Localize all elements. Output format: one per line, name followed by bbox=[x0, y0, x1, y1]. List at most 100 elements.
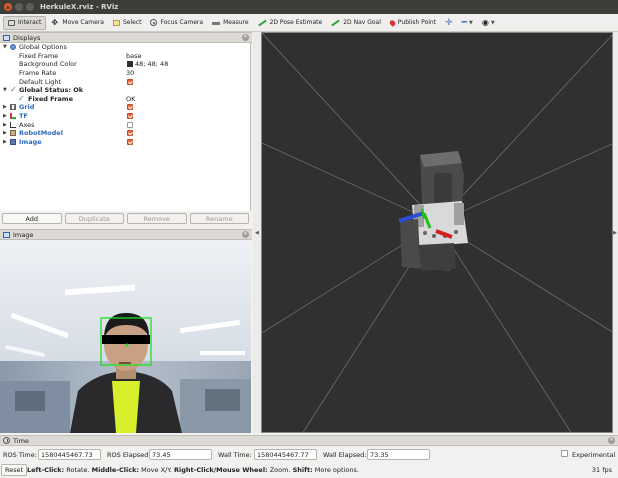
tree-item-label: Grid bbox=[19, 103, 35, 112]
collapse-left-icon[interactable]: ◀ bbox=[255, 230, 259, 236]
default-light-checkbox[interactable] bbox=[127, 78, 133, 85]
tree-row-robot-model[interactable]: ▶ RobotModel bbox=[0, 129, 251, 138]
image-panel-title: Image bbox=[13, 230, 34, 239]
window-title: HerkuleX.rviz - RViz bbox=[40, 3, 119, 11]
measure-tool-button[interactable]: Measure bbox=[208, 16, 253, 30]
tree-row-image[interactable]: ▶ Image bbox=[0, 138, 251, 147]
interact-tool-button[interactable]: Interact bbox=[3, 15, 47, 30]
wall-elapsed-field[interactable]: 73.35 bbox=[367, 449, 430, 460]
close-panel-button[interactable]: ✕ bbox=[242, 34, 249, 41]
remove-tool-button[interactable]: ━ ▼ bbox=[458, 16, 477, 30]
minus-icon: ━ bbox=[461, 17, 468, 28]
collapse-right-icon[interactable]: ▶ bbox=[613, 230, 617, 236]
collapse-arrow-icon[interactable]: ▶ bbox=[3, 104, 7, 110]
image-checkbox[interactable] bbox=[127, 138, 133, 145]
tree-item-value[interactable]: 30 bbox=[126, 69, 134, 77]
tree-item-value[interactable]: base bbox=[126, 52, 142, 60]
status-ok-icon: ✓ bbox=[18, 93, 25, 103]
wall-elapsed-label: Wall Elapsed: bbox=[323, 451, 367, 459]
color-swatch[interactable] bbox=[127, 61, 133, 68]
tree-item-label: Background Color bbox=[19, 60, 77, 69]
expand-arrow-icon[interactable]: ▼ bbox=[3, 87, 7, 93]
reset-button[interactable]: Reset bbox=[1, 464, 28, 476]
camera-image-view[interactable] bbox=[0, 241, 251, 433]
publish-point-tool-button[interactable]: Publish Point bbox=[386, 16, 440, 30]
tree-row-default-light[interactable]: Default Light bbox=[0, 77, 251, 86]
tree-item-value[interactable]: 48; 48; 48 bbox=[135, 60, 168, 68]
publish-point-icon bbox=[388, 18, 397, 27]
rename-display-button[interactable]: Rename bbox=[189, 213, 249, 224]
tree-row-axes[interactable]: ▶ Axes bbox=[0, 120, 251, 129]
wall-time-label: Wall Time: bbox=[218, 451, 252, 459]
tree-row-frame-rate[interactable]: Frame Rate 30 bbox=[0, 69, 251, 78]
experimental-checkbox[interactable] bbox=[561, 450, 568, 457]
tree-row-grid[interactable]: ▶ Grid bbox=[0, 103, 251, 112]
add-display-button[interactable]: Add bbox=[2, 213, 62, 224]
hint-action: Rotate. bbox=[64, 466, 92, 474]
robot-model-checkbox[interactable] bbox=[127, 130, 133, 137]
collapse-arrow-icon[interactable]: ▶ bbox=[3, 130, 7, 136]
move-camera-tool-button[interactable]: ✥ Move Camera bbox=[47, 16, 108, 30]
globe-icon bbox=[10, 44, 16, 51]
tree-row-tf[interactable]: ▶ TF bbox=[0, 112, 251, 121]
tf-icon bbox=[10, 113, 16, 120]
tree-item-label: Fixed Frame bbox=[19, 51, 59, 60]
tree-item-label: RobotModel bbox=[19, 129, 63, 138]
nav-goal-tool-button[interactable]: 2D Nav Goal bbox=[327, 16, 385, 30]
image-icon bbox=[10, 138, 16, 145]
add-tool-button[interactable]: ✛ bbox=[441, 16, 457, 30]
tree-item-value: OK bbox=[126, 94, 136, 103]
tree-row-global-status[interactable]: ▼ ✓ Global Status: Ok bbox=[0, 85, 251, 95]
ros-time-field[interactable]: 1580445467.73 bbox=[38, 449, 101, 460]
time-panel-header: Time ✕ bbox=[0, 435, 618, 446]
hint-key: Middle-Click: bbox=[91, 466, 140, 474]
image-panel-header: Image ✕ bbox=[0, 229, 252, 240]
chevron-down-icon: ▼ bbox=[469, 19, 473, 26]
displays-panel-title: Displays bbox=[13, 33, 41, 42]
tree-row-background-color[interactable]: Background Color 48; 48; 48 bbox=[0, 60, 251, 69]
ros-time-label: ROS Time: bbox=[3, 451, 37, 459]
wall-time-field[interactable]: 1580445467.77 bbox=[254, 449, 317, 460]
axes-checkbox[interactable] bbox=[127, 121, 133, 128]
tree-item-label: Frame Rate bbox=[19, 69, 57, 78]
right-dock-splitter[interactable]: ▶ bbox=[613, 32, 618, 433]
hint-action: Move X/Y. bbox=[139, 466, 175, 474]
camera-feed-image bbox=[0, 241, 251, 433]
collapse-arrow-icon[interactable]: ▶ bbox=[3, 113, 7, 119]
robot-model-icon bbox=[10, 130, 16, 137]
expand-arrow-icon[interactable]: ▼ bbox=[3, 44, 7, 50]
pose-estimate-tool-button[interactable]: 2D Pose Estimate bbox=[254, 16, 327, 30]
focus-camera-tool-button[interactable]: Focus Camera bbox=[146, 16, 207, 30]
view-menu-button[interactable]: ◉ ▼ bbox=[478, 16, 499, 30]
eye-icon: ◉ bbox=[481, 18, 489, 27]
duplicate-display-button[interactable]: Duplicate bbox=[64, 213, 124, 224]
status-bar: Reset Left-Click: Rotate. Middle-Click: … bbox=[0, 462, 618, 478]
close-panel-button[interactable]: ✕ bbox=[608, 437, 615, 444]
tree-row-fixed-frame[interactable]: Fixed Frame base bbox=[0, 52, 251, 61]
tree-item-label: Global Options bbox=[19, 43, 67, 52]
select-icon bbox=[112, 19, 120, 26]
tool-label: 2D Nav Goal bbox=[343, 19, 381, 26]
close-panel-button[interactable]: ✕ bbox=[242, 231, 249, 238]
remove-display-button[interactable]: Remove bbox=[127, 213, 187, 224]
tree-row-status-fixed-frame[interactable]: ✓ Fixed Frame OK bbox=[0, 93, 251, 104]
collapse-arrow-icon[interactable]: ▶ bbox=[3, 122, 7, 128]
tool-label: Publish Point bbox=[397, 19, 437, 26]
grid-checkbox[interactable] bbox=[127, 104, 133, 111]
render-viewport-3d[interactable] bbox=[261, 32, 613, 433]
minimize-window-button[interactable] bbox=[15, 3, 23, 11]
maximize-window-button[interactable] bbox=[26, 3, 34, 11]
collapse-arrow-icon[interactable]: ▶ bbox=[3, 139, 7, 145]
panel-splitter[interactable]: ◀ bbox=[253, 32, 261, 433]
measure-icon bbox=[212, 21, 221, 25]
interact-icon bbox=[8, 19, 15, 26]
tree-row-global-options[interactable]: ▼ Global Options bbox=[0, 43, 251, 52]
chevron-down-icon: ▼ bbox=[490, 19, 495, 26]
close-window-button[interactable] bbox=[4, 3, 12, 11]
monitor-icon bbox=[3, 231, 10, 238]
tree-item-label: Axes bbox=[19, 120, 35, 129]
select-tool-button[interactable]: Select bbox=[109, 16, 146, 30]
status-hint: Left-Click: Rotate. Middle-Click: Move X… bbox=[27, 466, 359, 474]
tf-checkbox[interactable] bbox=[127, 113, 133, 120]
ros-elapsed-field[interactable]: 73.45 bbox=[149, 449, 212, 460]
